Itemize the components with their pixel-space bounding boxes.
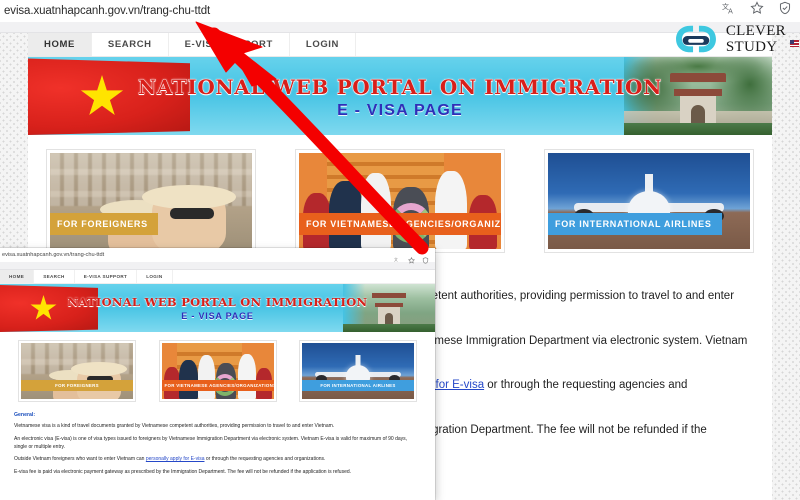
inset-screenshot-window[interactable]: evisa.xuatnhapcanh.gov.vn/trang-chu-ttdt… xyxy=(0,248,435,500)
clever-study-mark-icon xyxy=(673,22,719,56)
temple-hedge xyxy=(624,123,772,135)
svg-text:文: 文 xyxy=(394,257,398,262)
tourists-couple-photo: FOR FOREIGNERS xyxy=(50,153,252,249)
inset-apply-evisa-link[interactable]: personally apply for E-visa xyxy=(146,456,205,462)
inset-paragraph-3-tail: or through the requesting agencies and o… xyxy=(204,456,326,462)
inset-card-for-foreigners[interactable]: FOR FOREIGNERS xyxy=(18,340,136,402)
clever-study-logo: CLEVER STUDY xyxy=(673,22,786,56)
inset-chrome-strip xyxy=(0,262,435,270)
inset-banner: NATIONAL WEB PORTAL ON IMMIGRATION E - V… xyxy=(0,284,435,332)
inset-card-for-vietnamese-agencies[interactable]: FOR VIETNAMESE AGENCIES/ORGANIZATIONS xyxy=(158,340,277,402)
inset-url-bar[interactable]: evisa.xuatnhapcanh.gov.vn/trang-chu-ttdt… xyxy=(0,248,435,264)
nav-item-login[interactable]: LOGIN xyxy=(290,33,357,56)
shield-icon[interactable] xyxy=(778,1,792,15)
inset-content-paragraph-3: Outside Vietnam foreigners who want to e… xyxy=(14,455,421,463)
translate-icon[interactable]: 文A xyxy=(722,1,736,15)
clever-study-wordmark: CLEVER STUDY xyxy=(725,22,786,55)
inset-card-label-for-international-airlines: FOR INTERNATIONAL AIRLINES xyxy=(302,380,414,391)
inset-tourists-couple-photo: FOR FOREIGNERS xyxy=(21,343,133,399)
bookmark-star-icon[interactable] xyxy=(750,1,764,15)
card-for-international-airlines[interactable]: FOR INTERNATIONAL AIRLINES xyxy=(544,149,754,253)
inset-nav-item-search[interactable]: SEARCH xyxy=(34,270,75,283)
nav-item-evisa-support[interactable]: E-VISA SUPPORT xyxy=(169,33,290,56)
card-label-for-vietnamese-agencies: FOR VIETNAMESE AGENCIES/ORGANIZATIONS xyxy=(299,213,501,235)
inset-translate-icon[interactable]: 文 xyxy=(394,251,401,269)
inset-nav-item-login[interactable]: LOGIN xyxy=(137,270,173,283)
inset-banner-subtitle: E - VISA PAGE xyxy=(181,311,254,321)
inset-banner-title: NATIONAL WEB PORTAL ON IMMIGRATION xyxy=(67,295,368,309)
url-text[interactable]: evisa.xuatnhapcanh.gov.vn/trang-chu-ttdt xyxy=(0,5,210,17)
inset-card-label-for-vietnamese-agencies: FOR VIETNAMESE AGENCIES/ORGANIZATIONS xyxy=(161,380,274,391)
inset-content-paragraph-2: An electronic visa (E-visa) is one of vi… xyxy=(14,435,408,450)
main-navigation: HOME SEARCH E-VISA SUPPORT LOGIN xyxy=(28,33,772,57)
card-for-foreigners[interactable]: FOR FOREIGNERS xyxy=(46,149,256,253)
inset-shield-icon[interactable] xyxy=(422,251,429,269)
browser-toolbar-icons: 文A xyxy=(722,1,792,15)
inset-content-paragraph-4: E-visa fee is paid via electronic paymen… xyxy=(14,468,352,475)
inset-card-label-for-foreigners: FOR FOREIGNERS xyxy=(21,380,133,391)
inset-card-for-international-airlines[interactable]: FOR INTERNATIONAL AIRLINES xyxy=(299,340,417,402)
screenshot-root: evisa.xuatnhapcanh.gov.vn/trang-chu-ttdt… xyxy=(0,0,800,500)
inset-content-paragraph-1: Vietnamese visa is a kind of travel docu… xyxy=(14,423,335,429)
inset-nav-item-home[interactable]: HOME xyxy=(0,270,35,283)
delegation-stairs-photo: FOR VIETNAMESE AGENCIES/ORGANIZATIONS xyxy=(299,153,501,249)
inset-url-text[interactable]: evisa.xuatnhapcanh.gov.vn/trang-chu-ttdt xyxy=(0,252,104,258)
category-cards: FOR FOREIGNERS FOR VIETNAMESE AGENCIES/O… xyxy=(28,135,772,263)
card-label-for-international-airlines: FOR INTERNATIONAL AIRLINES xyxy=(548,213,722,235)
inset-general-content: General: Vietnamese visa is a kind of tr… xyxy=(0,408,435,476)
inset-bookmark-star-icon[interactable] xyxy=(407,251,416,269)
airplane-photo: FOR INTERNATIONAL AIRLINES xyxy=(548,153,750,249)
nav-item-home[interactable]: HOME xyxy=(28,33,92,56)
language-flag-icon[interactable] xyxy=(790,40,799,47)
svg-text:A: A xyxy=(728,8,733,15)
inset-content-heading: General: xyxy=(14,412,36,418)
brand-line-1: CLEVER xyxy=(725,22,786,39)
brand-line-2: STUDY xyxy=(725,38,778,55)
inset-delegation-photo: FOR VIETNAMESE AGENCIES/ORGANIZATIONS xyxy=(161,343,274,399)
banner-subtitle: E - VISA PAGE xyxy=(337,102,463,119)
banner-title: NATIONAL WEB PORTAL ON IMMIGRATION xyxy=(138,75,662,100)
browser-url-bar[interactable]: evisa.xuatnhapcanh.gov.vn/trang-chu-ttdt… xyxy=(0,0,800,22)
inset-category-cards: FOR FOREIGNERS FOR VIETNAMESE AGENCIES/O… xyxy=(0,332,435,408)
site-banner: NATIONAL WEB PORTAL ON IMMIGRATION E - V… xyxy=(28,57,772,135)
inset-toolbar-icons: 文 xyxy=(394,251,429,269)
card-for-vietnamese-agencies[interactable]: FOR VIETNAMESE AGENCIES/ORGANIZATIONS xyxy=(295,149,505,253)
nav-item-search[interactable]: SEARCH xyxy=(92,33,169,56)
page-right-pattern xyxy=(772,33,800,500)
card-label-for-foreigners: FOR FOREIGNERS xyxy=(50,213,158,235)
inset-airplane-photo: FOR INTERNATIONAL AIRLINES xyxy=(302,343,414,399)
inset-navigation: HOME SEARCH E-VISA SUPPORT LOGIN xyxy=(0,270,435,284)
inset-nav-item-evisa-support[interactable]: E-VISA SUPPORT xyxy=(75,270,138,283)
inset-paragraph-3-lead: Outside Vietnam foreigners who want to e… xyxy=(14,456,146,462)
